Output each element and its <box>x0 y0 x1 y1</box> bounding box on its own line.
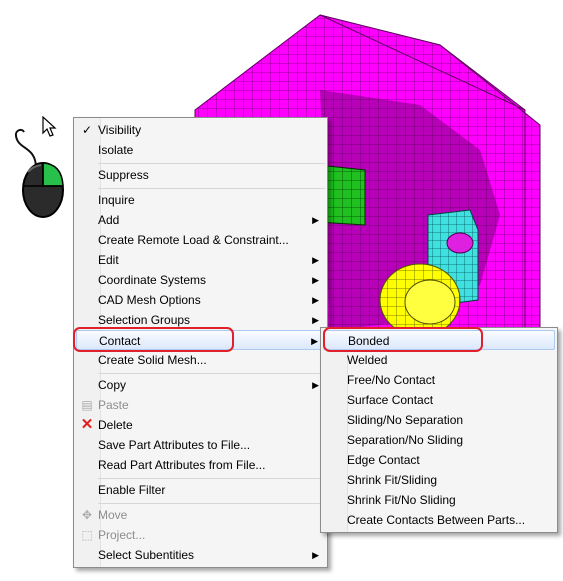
menu-item-create-solid-mesh[interactable]: Create Solid Mesh... <box>76 350 325 370</box>
mouse-right-click-icon <box>14 128 64 218</box>
menu-item-suppress[interactable]: Suppress <box>76 165 325 185</box>
menu-item-cad-mesh-options[interactable]: CAD Mesh Options ▶ <box>76 290 325 310</box>
bonded-highlight-box <box>323 327 483 352</box>
menu-item-copy[interactable]: Copy ▶ <box>76 375 325 395</box>
menu-separator <box>98 188 325 189</box>
contact-submenu: Bonded Welded Free/No Contact Surface Co… <box>320 327 558 533</box>
menu-separator <box>98 478 325 479</box>
submenu-item-shrink-fit-no-sliding[interactable]: Shrink Fit/No Sliding <box>323 490 555 510</box>
submenu-arrow-icon: ▶ <box>312 275 319 285</box>
yellow-part <box>379 263 461 337</box>
paste-icon: ▤ <box>81 398 93 412</box>
menu-item-move[interactable]: ✥ Move <box>76 505 325 525</box>
menu-item-add[interactable]: Add ▶ <box>76 210 325 230</box>
menu-item-delete[interactable]: ✕ Delete <box>76 415 325 435</box>
submenu-item-edge-contact[interactable]: Edge Contact <box>323 450 555 470</box>
menu-item-select-subentities[interactable]: Select Subentities ▶ <box>76 545 325 565</box>
red-x-icon: ✕ <box>80 416 94 433</box>
submenu-item-separation-no-sliding[interactable]: Separation/No Sliding <box>323 430 555 450</box>
menu-item-isolate[interactable]: Isolate <box>76 140 325 160</box>
checkmark-icon: ✓ <box>81 123 93 137</box>
contact-highlight-box <box>73 327 234 352</box>
submenu-arrow-icon: ▶ <box>312 215 319 225</box>
submenu-item-surface-contact[interactable]: Surface Contact <box>323 390 555 410</box>
menu-item-visibility[interactable]: ✓ Visibility <box>76 120 325 140</box>
submenu-item-sliding-no-separation[interactable]: Sliding/No Separation <box>323 410 555 430</box>
submenu-item-free-no-contact[interactable]: Free/No Contact <box>323 370 555 390</box>
submenu-item-shrink-fit-sliding[interactable]: Shrink Fit/Sliding <box>323 470 555 490</box>
submenu-arrow-icon: ▶ <box>312 550 319 560</box>
submenu-item-create-contacts-between-parts[interactable]: Create Contacts Between Parts... <box>323 510 555 530</box>
arrow-cursor-icon <box>42 116 57 137</box>
project-icon: ⬚ <box>81 528 93 542</box>
move-icon: ✥ <box>81 508 93 522</box>
menu-separator <box>98 503 325 504</box>
submenu-arrow-icon: ▶ <box>311 336 318 346</box>
menu-item-enable-filter[interactable]: Enable Filter <box>76 480 325 500</box>
submenu-arrow-icon: ▶ <box>312 380 319 390</box>
submenu-arrow-icon: ▶ <box>312 295 319 305</box>
submenu-arrow-icon: ▶ <box>312 255 319 265</box>
menu-item-coordinate-systems[interactable]: Coordinate Systems ▶ <box>76 270 325 290</box>
menu-item-create-remote-load[interactable]: Create Remote Load & Constraint... <box>76 230 325 250</box>
menu-item-read-part-attributes[interactable]: Read Part Attributes from File... <box>76 455 325 475</box>
menu-separator <box>98 373 325 374</box>
submenu-arrow-icon: ▶ <box>312 315 319 325</box>
menu-item-edit[interactable]: Edit ▶ <box>76 250 325 270</box>
menu-item-project[interactable]: ⬚ Project... <box>76 525 325 545</box>
menu-item-inquire[interactable]: Inquire <box>76 190 325 210</box>
menu-separator <box>98 163 325 164</box>
menu-item-save-part-attributes[interactable]: Save Part Attributes to File... <box>76 435 325 455</box>
submenu-item-welded[interactable]: Welded <box>323 350 555 370</box>
menu-item-paste[interactable]: ▤ Paste <box>76 395 325 415</box>
